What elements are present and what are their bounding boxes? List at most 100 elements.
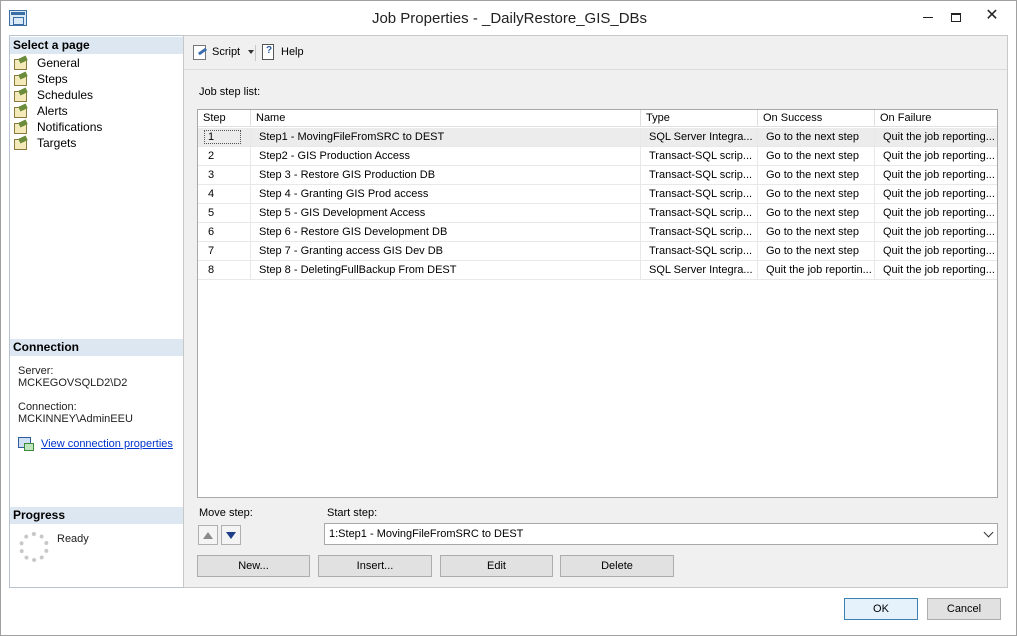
view-connection-properties-link[interactable]: View connection properties <box>41 438 173 450</box>
help-button[interactable]: Help <box>262 44 304 60</box>
job-properties-dialog: Job Properties - _DailyRestore_GIS_DBs ✕… <box>0 0 1017 636</box>
page-item-schedules[interactable]: Schedules <box>12 87 182 103</box>
insert-step-button[interactable]: Insert... <box>318 555 432 577</box>
start-step-select[interactable]: 1:Step1 - MovingFileFromSRC to DEST <box>324 523 998 545</box>
column-header-name[interactable]: Name <box>251 110 641 127</box>
cell-step: 7 <box>198 242 251 260</box>
cell-name: Step 8 - DeletingFullBackup From DEST <box>251 261 641 279</box>
table-row[interactable]: 2 Step2 - GIS Production Access Transact… <box>198 147 997 166</box>
wrench-page-icon <box>14 57 28 70</box>
wrench-page-icon <box>14 105 28 118</box>
cell-on-success: Go to the next step <box>758 242 875 260</box>
cell-on-failure: Quit the job reporting... <box>883 169 995 181</box>
connection-info: Server: MCKEGOVSQLD2\D2 Connection: MCKI… <box>18 365 183 425</box>
server-label: Server: <box>18 365 54 377</box>
column-header-step[interactable]: Step <box>198 110 251 127</box>
column-header-on-success[interactable]: On Success <box>758 110 875 127</box>
table-row[interactable]: 8 Step 8 - DeletingFullBackup From DEST … <box>198 261 997 280</box>
wrench-page-icon <box>14 137 28 150</box>
cell-on-failure: Quit the job reporting... <box>883 150 995 162</box>
move-down-button[interactable] <box>221 525 241 545</box>
ok-button[interactable]: OK <box>844 598 918 620</box>
progress-status: Ready <box>57 533 89 545</box>
job-step-grid[interactable]: Step Name Type On Success On Failure 1 S… <box>197 109 998 498</box>
page-item-label: Targets <box>37 136 77 150</box>
page-item-notifications[interactable]: Notifications <box>12 119 182 135</box>
table-row[interactable]: 5 Step 5 - GIS Development Access Transa… <box>198 204 997 223</box>
toolbar-separator <box>255 45 256 61</box>
page-item-general[interactable]: General <box>12 55 182 71</box>
connection-header: Connection <box>10 339 183 356</box>
cell-name: Step 6 - Restore GIS Development DB <box>251 223 641 241</box>
cell-name: Step 5 - GIS Development Access <box>251 204 641 222</box>
cell-on-success: Go to the next step <box>758 223 875 241</box>
cell-type: Transact-SQL scrip... <box>641 223 758 241</box>
minimize-button[interactable] <box>913 5 943 27</box>
page-item-alerts[interactable]: Alerts <box>12 103 182 119</box>
cell-step: 2 <box>198 147 251 165</box>
progress-header: Progress <box>10 507 183 524</box>
wrench-page-icon <box>14 89 28 102</box>
cell-type: SQL Server Integra... <box>641 128 758 146</box>
cell-step: 3 <box>198 166 251 184</box>
cell-type: Transact-SQL scrip... <box>641 185 758 203</box>
close-button[interactable]: ✕ <box>969 5 1015 27</box>
cell-step: 5 <box>198 204 251 222</box>
page-item-steps[interactable]: Steps <box>12 71 182 87</box>
cell-on-failure: Quit the job reporting... <box>883 264 995 276</box>
arrow-down-icon <box>226 531 236 539</box>
arrow-up-icon <box>203 531 213 539</box>
maximize-button[interactable] <box>943 5 969 27</box>
cell-type: Transact-SQL scrip... <box>641 242 758 260</box>
cell-step: 8 <box>198 261 251 279</box>
edit-step-button[interactable]: Edit <box>440 555 553 577</box>
cell-on-failure: Quit the job reporting... <box>883 245 995 257</box>
cell-name: Step1 - MovingFileFromSRC to DEST <box>251 128 641 146</box>
column-header-on-failure[interactable]: On Failure <box>875 110 997 127</box>
move-step-label: Move step: <box>199 507 253 519</box>
cell-type: Transact-SQL scrip... <box>641 204 758 222</box>
progress-spinner-icon <box>19 532 49 562</box>
script-button[interactable]: Script <box>192 44 255 60</box>
cell-on-failure: Quit the job reporting... <box>883 131 995 143</box>
cell-type: Transact-SQL scrip... <box>641 166 758 184</box>
toolbar: Script Help <box>184 36 1007 70</box>
cell-step: 6 <box>198 223 251 241</box>
cell-on-failure: Quit the job reporting... <box>883 226 995 238</box>
help-icon <box>262 44 276 60</box>
cell-name: Step2 - GIS Production Access <box>251 147 641 165</box>
job-step-list-label: Job step list: <box>199 86 261 98</box>
table-row[interactable]: 4 Step 4 - Granting GIS Prod access Tran… <box>198 185 997 204</box>
cell-step: 4 <box>198 185 251 203</box>
server-value: MCKEGOVSQLD2\D2 <box>18 377 128 389</box>
table-row[interactable]: 6 Step 6 - Restore GIS Development DB Tr… <box>198 223 997 242</box>
window-title: Job Properties - _DailyRestore_GIS_DBs <box>371 10 648 27</box>
title-bar[interactable]: Job Properties - _DailyRestore_GIS_DBs ✕ <box>1 1 1016 35</box>
script-label: Script <box>212 45 241 58</box>
page-list: General Steps Schedules Alerts Notificat… <box>12 55 182 151</box>
left-pane: Select a page General Steps Schedules Al… <box>9 35 184 588</box>
page-item-targets[interactable]: Targets <box>12 135 182 151</box>
grid-header: Step Name Type On Success On Failure <box>198 110 997 127</box>
page-item-label: Alerts <box>37 104 68 118</box>
table-row[interactable]: 1 Step1 - MovingFileFromSRC to DEST SQL … <box>198 128 997 147</box>
steps-page: Script Help Job step list: Step Name Typ… <box>184 35 1008 588</box>
cell-on-failure: Quit the job reporting... <box>883 188 995 200</box>
delete-step-button[interactable]: Delete <box>560 555 674 577</box>
grid-body: 1 Step1 - MovingFileFromSRC to DEST SQL … <box>198 128 997 280</box>
table-row[interactable]: 3 Step 3 - Restore GIS Production DB Tra… <box>198 166 997 185</box>
new-step-button[interactable]: New... <box>197 555 310 577</box>
column-header-type[interactable]: Type <box>641 110 758 127</box>
cancel-button[interactable]: Cancel <box>927 598 1001 620</box>
wrench-page-icon <box>14 73 28 86</box>
table-row[interactable]: 7 Step 7 - Granting access GIS Dev DB Tr… <box>198 242 997 261</box>
chevron-down-icon <box>983 527 994 538</box>
select-page-header: Select a page <box>10 37 183 54</box>
cell-on-success: Quit the job reportin... <box>758 261 875 279</box>
move-up-button[interactable] <box>198 525 218 545</box>
page-item-label: Steps <box>37 72 68 86</box>
connection-value: MCKINNEY\AdminEEU <box>18 413 133 425</box>
page-item-label: General <box>37 56 80 70</box>
cell-type: Transact-SQL scrip... <box>641 147 758 165</box>
dropdown-arrow-icon[interactable] <box>248 49 255 54</box>
